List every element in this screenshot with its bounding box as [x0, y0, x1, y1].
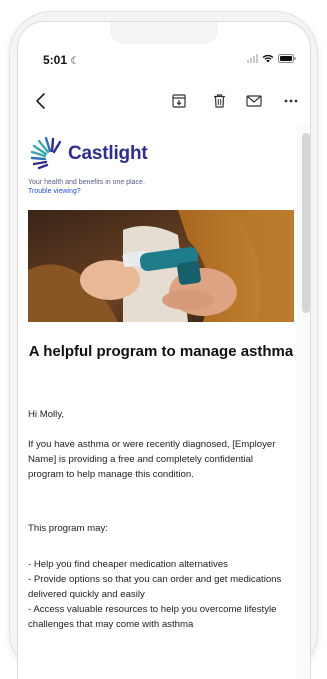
email-body: Castlight Your health and benefits in on…	[18, 123, 297, 679]
mark-unread-button[interactable]	[243, 90, 265, 112]
trouble-viewing-link[interactable]: Trouble viewing?	[28, 188, 81, 195]
battery-icon	[278, 54, 296, 63]
more-button[interactable]	[280, 90, 302, 112]
delete-button[interactable]	[208, 90, 230, 112]
email-view[interactable]: Castlight Your health and benefits in on…	[18, 123, 310, 679]
archive-button[interactable]	[168, 90, 190, 112]
email-greeting: Hi Molly,	[28, 409, 65, 420]
envelope-icon	[246, 95, 262, 107]
email-bullet-item: - Access valuable resources to help you …	[28, 604, 277, 631]
more-horizontal-icon	[284, 99, 298, 103]
email-bullet-item: - Provide options so that you can order …	[28, 574, 282, 601]
status-time-text: 5:01	[43, 53, 68, 67]
status-bar: 5:01 ☾	[18, 22, 310, 82]
scrollbar[interactable]	[302, 133, 310, 313]
wifi-icon	[262, 54, 274, 63]
moon-icon: ☾	[70, 56, 80, 67]
email-bullet-item: - Help you find cheaper medication alter…	[28, 559, 228, 570]
status-icons	[247, 54, 296, 63]
phone-screen: 5:01 ☾ Castlight Your health and benefit…	[18, 22, 310, 679]
trash-icon	[213, 94, 225, 108]
chevron-left-icon	[36, 93, 45, 109]
signal-icon	[247, 54, 258, 63]
castlight-logo-icon	[30, 137, 62, 170]
hero-image	[28, 210, 294, 322]
status-time: 5:01 ☾	[43, 53, 79, 67]
back-button[interactable]	[30, 90, 52, 112]
brand-name: Castlight	[68, 143, 148, 164]
email-intro-paragraph: If you have asthma or were recently diag…	[28, 439, 276, 481]
brand-tagline: Your health and benefits in one place.	[28, 179, 145, 186]
email-toolbar	[18, 84, 310, 124]
email-list-intro: This program may:	[28, 523, 108, 534]
brand-logo[interactable]: Castlight	[30, 137, 148, 171]
archive-icon	[172, 94, 186, 108]
email-headline: A helpful program to manage asthma	[28, 343, 294, 360]
